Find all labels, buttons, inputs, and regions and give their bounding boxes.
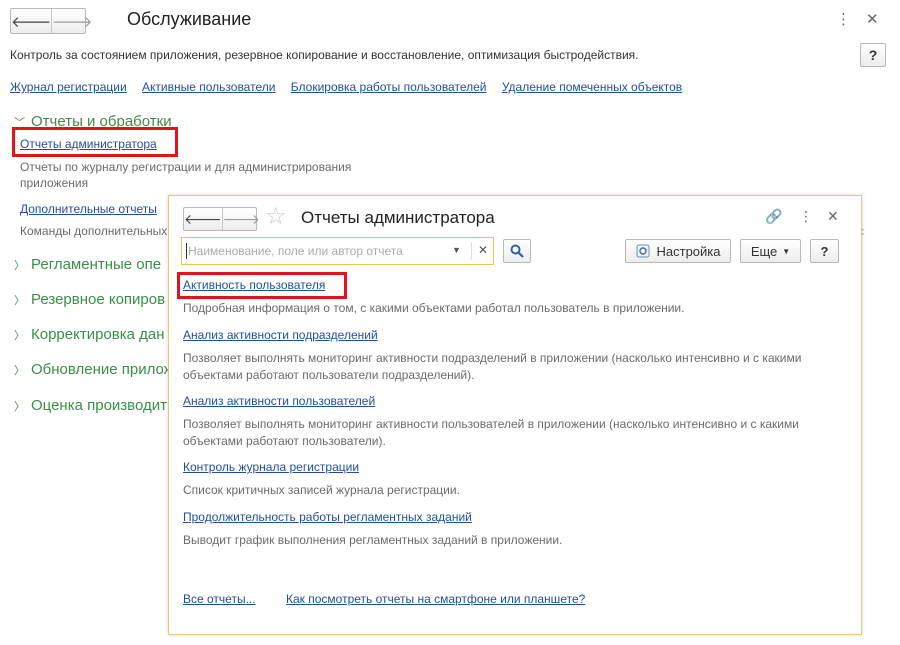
group-routine[interactable]: 〉 Регламентные опе <box>14 256 161 273</box>
group-label: Резервное копиров <box>31 291 166 308</box>
link-event-log[interactable]: Журнал регистрации <box>10 80 127 94</box>
page-description: Контроль за состоянием приложения, резер… <box>10 48 639 62</box>
report-description: Выводит график выполнения регламентных з… <box>183 533 563 547</box>
report-description: Позволяет выполнять мониторинг активност… <box>183 417 799 448</box>
report-link[interactable]: Активность пользователя <box>183 278 325 292</box>
more-vertical-icon[interactable]: ⋮ <box>799 208 813 225</box>
settings-label: Настройка <box>656 243 721 259</box>
more-vertical-icon[interactable]: ⋮ <box>836 10 851 28</box>
group-label: Корректировка дан <box>31 326 165 343</box>
link-all-reports[interactable]: Все отчеты... <box>183 592 256 606</box>
popup-title: Отчеты администратора <box>301 208 495 227</box>
clear-icon[interactable]: ✕ <box>478 243 488 257</box>
help-button[interactable]: ? <box>810 239 839 263</box>
back-arrow-icon[interactable]: 🡐 <box>184 208 222 230</box>
group-backup[interactable]: 〉 Резервное копиров <box>14 291 165 308</box>
group-label: Регламентные опе <box>31 256 162 273</box>
link-additional-reports[interactable]: Дополнительные отчеты <box>20 202 157 216</box>
admin-reports-description: Отчеты по журналу регистрации и для адми… <box>20 160 352 190</box>
divider <box>471 242 472 260</box>
group-correction[interactable]: 〉 Корректировка дан <box>14 326 165 343</box>
additional-reports-description: Команды дополнительных <box>20 224 168 238</box>
close-icon[interactable]: ✕ <box>866 10 879 28</box>
more-button[interactable]: Еще ▼ <box>740 239 801 263</box>
link-admin-reports[interactable]: Отчеты администратора <box>20 137 157 151</box>
help-button[interactable]: ? <box>860 43 886 67</box>
link-mobile-reports[interactable]: Как посмотреть отчеты на смартфоне или п… <box>286 592 585 606</box>
search-button[interactable] <box>503 239 531 263</box>
chevron-right-icon: 〉 <box>14 400 25 413</box>
group-update[interactable]: 〉 Обновление прилож <box>14 361 174 378</box>
page-title: Обслуживание <box>127 9 252 29</box>
top-links: Журнал регистрации Активные пользователи… <box>10 80 694 94</box>
report-search-field[interactable]: Наименование, поле или автор отчета ▼ ✕ <box>181 237 494 265</box>
report-link[interactable]: Анализ активности пользователей <box>183 394 375 408</box>
chevron-right-icon: 〉 <box>14 329 25 342</box>
close-icon[interactable]: ✕ <box>827 208 839 225</box>
chevron-down-icon[interactable]: ▼ <box>452 245 461 255</box>
popup-nav-buttons: 🡐 🡒 <box>183 207 260 231</box>
group-label: Оценка производит <box>31 397 167 414</box>
main-nav-buttons: 🡐 🡒 <box>10 8 92 34</box>
settings-icon <box>636 244 649 258</box>
link-icon[interactable]: 🔗 <box>765 208 782 225</box>
link-delete-marked[interactable]: Удаление помеченных объектов <box>502 80 682 94</box>
back-arrow-icon[interactable]: 🡐 <box>11 9 51 33</box>
report-link[interactable]: Контроль журнала регистрации <box>183 460 359 474</box>
search-input[interactable]: Наименование, поле или автор отчета <box>188 244 403 258</box>
report-link[interactable]: Анализ активности подразделений <box>183 328 378 342</box>
link-block-users[interactable]: Блокировка работы пользователей <box>291 80 487 94</box>
chevron-right-icon: 〉 <box>14 294 25 307</box>
text-cursor <box>186 243 187 259</box>
report-description: Позволяет выполнять мониторинг активност… <box>183 351 802 382</box>
star-icon[interactable]: ☆ <box>265 202 287 231</box>
more-label: Еще <box>750 243 778 259</box>
chevron-right-icon: 〉 <box>14 364 25 377</box>
search-icon <box>510 244 524 258</box>
report-description: Подробная информация о том, с какими объ… <box>183 301 685 315</box>
forward-arrow-icon[interactable]: 🡒 <box>51 9 92 33</box>
admin-reports-popup: 🡐 🡒 ☆ Отчеты администратора 🔗 ⋮ ✕ Наимен… <box>168 195 862 635</box>
group-label: Обновление прилож <box>31 361 174 378</box>
report-link[interactable]: Продолжительность работы регламентных за… <box>183 510 472 524</box>
forward-arrow-icon[interactable]: 🡒 <box>221 208 260 230</box>
settings-button[interactable]: Настройка <box>625 239 731 263</box>
link-active-users[interactable]: Активные пользователи <box>142 80 275 94</box>
group-performance[interactable]: 〉 Оценка производит <box>14 397 167 414</box>
chevron-down-icon: ▼ <box>782 246 791 256</box>
report-description: Список критичных записей журнала регистр… <box>183 483 460 497</box>
chevron-right-icon: 〉 <box>14 259 25 272</box>
